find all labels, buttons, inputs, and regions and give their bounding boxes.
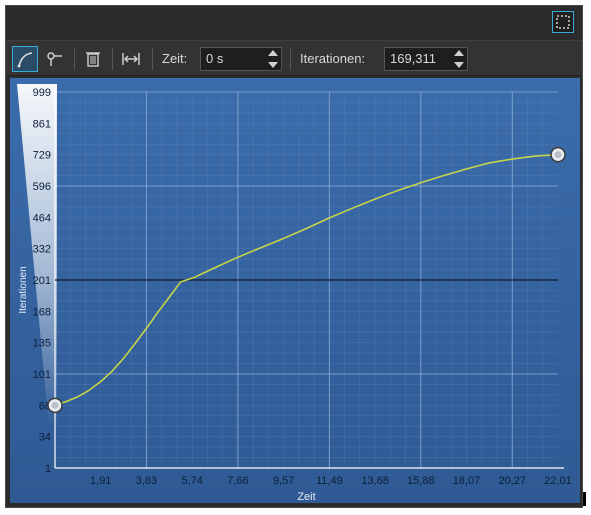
x-tick-label: 11,49 <box>316 475 343 487</box>
curve-chart[interactable]: 999 861 729 596 464 332 201 168 135 101 68 34 1 1,91 3… <box>10 78 580 503</box>
y-tick-label: 168 <box>33 306 51 318</box>
y-tick-label: 34 <box>39 432 51 444</box>
fit-width-icon <box>122 53 140 65</box>
chart-svg[interactable]: 999861729596464332201168135101683411,91 3… <box>10 78 580 503</box>
maximize-icon <box>556 15 570 29</box>
control-point-center <box>51 401 59 409</box>
increment-icon[interactable] <box>268 50 278 56</box>
curve-tool-button[interactable] <box>12 46 38 72</box>
control-point-center <box>554 151 562 159</box>
decrement-icon[interactable] <box>454 62 464 68</box>
x-tick-label: 9,57 <box>273 475 294 487</box>
y-tick-label: 729 <box>33 150 51 162</box>
fit-width-button[interactable] <box>118 46 144 72</box>
zeit-spinbox[interactable]: 0 s <box>200 47 282 71</box>
toolbar: Zeit: 0 s Iterationen: 169,311 <box>6 40 582 76</box>
x-tick-label: 15,88 <box>407 475 435 487</box>
toolbar-separator <box>290 48 291 70</box>
iterationen-stepper[interactable] <box>454 50 464 68</box>
resize-cursor <box>583 492 586 506</box>
y-tick-label: 1 <box>45 463 51 475</box>
iterationen-value: 169,311 <box>390 51 437 66</box>
x-tick-label: 3,83 <box>136 475 157 487</box>
point-tool-button[interactable] <box>42 46 68 72</box>
zeit-value: 0 s <box>206 51 224 66</box>
x-tick-label: 7,66 <box>227 475 248 487</box>
zeit-label: Zeit: <box>162 51 188 66</box>
x-tick-label: 18,07 <box>453 475 481 487</box>
iterationen-spinbox[interactable]: 169,311 <box>384 47 468 71</box>
toolbar-separator <box>74 48 75 70</box>
y-tick-label: 861 <box>33 118 51 130</box>
y-tick-label: 101 <box>33 369 51 381</box>
x-tick-label: 13,68 <box>361 475 389 487</box>
y-tick-label: 999 <box>33 87 51 99</box>
y-axis-label: Iterationen <box>18 266 29 313</box>
zeit-stepper[interactable] <box>268 50 278 68</box>
y-tick-label: 332 <box>33 244 51 256</box>
decrement-icon[interactable] <box>268 62 278 68</box>
increment-icon[interactable] <box>454 50 464 56</box>
x-tick-label: 20,27 <box>499 475 527 487</box>
x-tick-label: 22,01 <box>544 475 572 487</box>
iterationen-label: Iterationen: <box>300 51 366 66</box>
x-tick-label: 1,91 <box>90 475 111 487</box>
y-tick-label: 201 <box>33 275 51 287</box>
panel-title-bar <box>6 6 582 38</box>
node-icon <box>47 52 62 66</box>
x-tick-label: 5,74 <box>181 475 202 487</box>
toolbar-separator <box>112 48 113 70</box>
maximize-button[interactable] <box>552 11 574 33</box>
y-tick-label: 464 <box>33 212 51 224</box>
y-tick-label: 135 <box>33 338 51 350</box>
y-tick-label: 596 <box>33 181 51 193</box>
trash-icon <box>86 52 100 67</box>
curve-icon <box>17 52 33 68</box>
x-axis-label: Zeit <box>297 491 315 503</box>
delete-button[interactable] <box>80 46 106 72</box>
toolbar-separator <box>152 48 153 70</box>
